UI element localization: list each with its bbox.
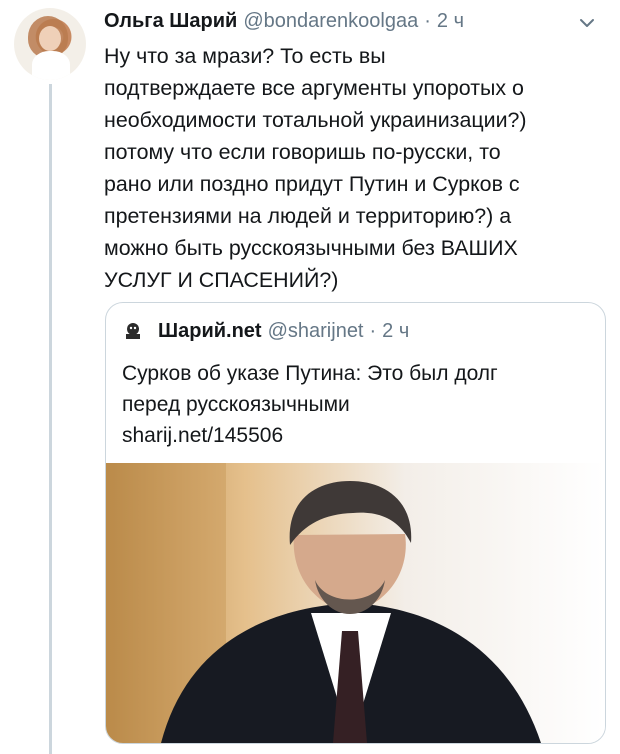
quoted-tweet-card[interactable]: Шарий.net @sharijnet · 2 ч Сурков об ука… <box>105 302 606 744</box>
tweet-text: Ну что за мрази? То есть вы подтверждает… <box>104 44 527 292</box>
quoted-separator-dot: · <box>369 319 377 342</box>
photo-illustration <box>106 463 605 743</box>
tweet-header: Ольга Шарий @bondarenkoolgaa · 2 ч <box>104 6 464 36</box>
author-name[interactable]: Ольга Шарий <box>104 10 237 33</box>
quoted-author-handle[interactable]: @sharijnet <box>268 320 364 343</box>
avatar-face <box>39 26 61 51</box>
quoted-tweet-photo[interactable] <box>106 463 605 743</box>
sharij-logo-icon <box>126 323 140 339</box>
separator-dot: · <box>424 9 431 32</box>
chevron-down-icon[interactable] <box>578 14 596 32</box>
author-handle[interactable]: @bondarenkoolgaa <box>243 10 418 33</box>
thread-line <box>49 84 52 754</box>
tweet-time[interactable]: 2 ч <box>437 10 464 33</box>
quoted-tweet-header: Шарий.net @sharijnet · 2 ч <box>122 317 409 345</box>
quoted-author-name[interactable]: Шарий.net <box>158 320 262 343</box>
quoted-tweet-time[interactable]: 2 ч <box>382 320 409 343</box>
author-avatar[interactable] <box>14 8 86 80</box>
quoted-tweet-text: Сурков об указе Путина: Это был долг пер… <box>122 362 498 447</box>
avatar-body <box>32 51 70 80</box>
